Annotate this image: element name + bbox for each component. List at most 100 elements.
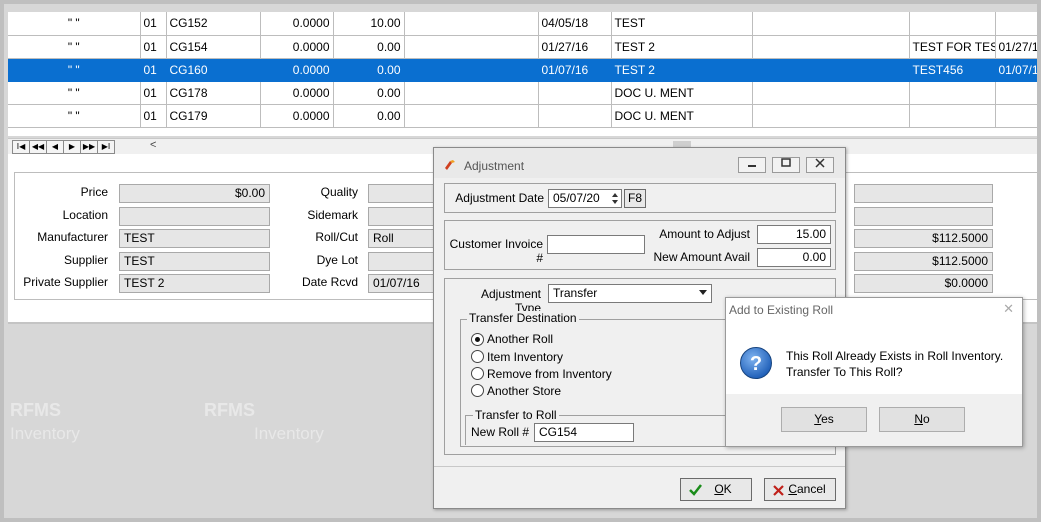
table-cell: 01/27/16 bbox=[538, 35, 612, 59]
table-cell: CG179 bbox=[166, 104, 261, 128]
table-cell: TEST 2 bbox=[611, 58, 753, 82]
table-cell: TEST bbox=[611, 12, 753, 36]
radio-item-inventory-label[interactable]: Item Inventory bbox=[487, 350, 563, 364]
close-icon bbox=[815, 158, 825, 168]
table-cell bbox=[538, 104, 612, 128]
table-cell bbox=[752, 12, 910, 36]
cancel-button[interactable]: Cancel bbox=[764, 478, 836, 501]
table-cell: 01 bbox=[140, 104, 167, 128]
transfer-to-roll-label: Transfer to Roll bbox=[473, 408, 559, 422]
table-cell: 0.00 bbox=[333, 104, 405, 128]
ok-label: OK bbox=[714, 482, 732, 496]
msgbox-message-line2: Transfer To This Roll? bbox=[786, 365, 903, 379]
table-cell bbox=[752, 81, 910, 105]
dyelot-field bbox=[368, 252, 443, 271]
radio-another-store[interactable] bbox=[471, 384, 484, 397]
table-cell: 01/07/16 bbox=[538, 58, 612, 82]
manufacturer-field: TEST bbox=[119, 229, 270, 248]
no-label: No bbox=[914, 412, 930, 426]
table-row[interactable]: " " 01 CG179 0.0000 0.00 DOC U. MENT bbox=[8, 104, 1037, 128]
transfer-destination-label: Transfer Destination bbox=[467, 311, 579, 325]
minimize-button[interactable] bbox=[738, 157, 766, 173]
new-roll-label: New Roll # bbox=[471, 425, 530, 439]
scroll-left-arrow-icon[interactable]: < bbox=[150, 139, 156, 151]
msgbox-message-line1: This Roll Already Exists in Roll Invento… bbox=[786, 349, 1004, 363]
table-cell: 10.00 bbox=[333, 12, 405, 36]
table-cell: 01 bbox=[140, 35, 167, 59]
private-supplier-label: Private Supplier bbox=[23, 275, 108, 289]
msgbox-close-icon[interactable]: ✕ bbox=[1003, 301, 1014, 317]
customer-invoice-input[interactable] bbox=[547, 235, 645, 254]
table-cell: " " bbox=[8, 104, 141, 128]
prev-page-icon[interactable]: ◀◀ bbox=[29, 140, 47, 154]
radio-another-roll[interactable] bbox=[471, 333, 484, 346]
radio-remove-from-inventory[interactable] bbox=[471, 367, 484, 380]
price-field: $0.00 bbox=[119, 184, 270, 203]
msgbox-titlebar[interactable]: Add to Existing Roll ✕ bbox=[726, 298, 1022, 322]
no-button[interactable]: No bbox=[879, 407, 965, 432]
next-page-icon[interactable]: ▶▶ bbox=[80, 140, 98, 154]
first-page-icon[interactable]: I◀ bbox=[12, 140, 30, 154]
date-received-label: Date Rcvd bbox=[301, 275, 358, 289]
sidemark-label: Sidemark bbox=[307, 208, 358, 222]
table-cell bbox=[995, 81, 1037, 105]
table-cell bbox=[404, 12, 539, 36]
last-page-icon[interactable]: ▶I bbox=[97, 140, 115, 154]
table-cell bbox=[995, 104, 1037, 128]
dialog-titlebar[interactable]: Adjustment bbox=[434, 148, 845, 178]
table-cell: 0.0000 bbox=[260, 81, 334, 105]
table-row[interactable]: " " 01 CG152 0.0000 10.00 04/05/18 TEST bbox=[8, 12, 1037, 36]
radio-another-roll-label[interactable]: Another Roll bbox=[487, 332, 553, 346]
add-to-existing-roll-dialog: Add to Existing Roll ✕ ? This Roll Alrea… bbox=[725, 297, 1023, 447]
dialog-title: Adjustment bbox=[464, 159, 525, 173]
next-record-icon[interactable]: ▶ bbox=[63, 140, 81, 154]
roll-table: " " 01 CG152 0.0000 10.00 04/05/18 TEST … bbox=[8, 12, 1037, 128]
table-cell bbox=[752, 35, 910, 59]
table-cell: 0.00 bbox=[333, 58, 405, 82]
app-icon bbox=[445, 160, 455, 170]
prev-record-icon[interactable]: ◀ bbox=[46, 140, 64, 154]
location-label: Location bbox=[62, 208, 108, 222]
new-amount-avail-input[interactable]: 0.00 bbox=[757, 248, 831, 267]
watermark-word: Inventory bbox=[10, 424, 80, 443]
table-cell bbox=[538, 81, 612, 105]
table-row-selected[interactable]: " " 01 CG160 0.0000 0.00 01/07/16 TEST 2… bbox=[8, 58, 1037, 82]
chevron-down-icon[interactable] bbox=[699, 290, 707, 296]
customer-invoice-label: Customer Invoice # bbox=[449, 237, 543, 265]
table-cell: TEST456 bbox=[909, 58, 996, 82]
maximize-icon bbox=[781, 158, 791, 167]
table-cell: CG178 bbox=[166, 81, 261, 105]
f8-button[interactable]: F8 bbox=[624, 189, 646, 208]
manufacturer-label: Manufacturer bbox=[37, 230, 108, 244]
checkmark-icon bbox=[689, 484, 702, 496]
yes-button[interactable]: Yes bbox=[781, 407, 867, 432]
supplier-field: TEST bbox=[119, 252, 270, 271]
table-row[interactable]: " " 01 CG154 0.0000 0.00 01/27/16 TEST 2… bbox=[8, 35, 1037, 59]
watermark-brand: RFMS bbox=[204, 400, 255, 420]
msgbox-title: Add to Existing Roll bbox=[729, 303, 834, 317]
nav-buttons: I◀ ◀◀ ◀ ▶ ▶▶ ▶I bbox=[12, 140, 115, 154]
radio-remove-from-inventory-label[interactable]: Remove from Inventory bbox=[487, 367, 612, 381]
table-cell: TEST FOR TEST bbox=[909, 35, 996, 59]
table-cell bbox=[404, 35, 539, 59]
roll-grid[interactable]: " " 01 CG152 0.0000 10.00 04/05/18 TEST … bbox=[8, 12, 1037, 136]
table-row[interactable]: " " 01 CG178 0.0000 0.00 DOC U. MENT bbox=[8, 81, 1037, 105]
radio-another-store-label[interactable]: Another Store bbox=[487, 384, 561, 398]
price-label: Price bbox=[80, 185, 108, 199]
yes-label: Yes bbox=[814, 412, 834, 426]
table-cell bbox=[909, 12, 996, 36]
adjustment-type-select[interactable]: Transfer bbox=[548, 284, 712, 303]
radio-item-inventory[interactable] bbox=[471, 350, 484, 363]
new-roll-input[interactable]: CG154 bbox=[534, 423, 634, 442]
maximize-button[interactable] bbox=[772, 157, 800, 173]
adjustment-date-value: 05/07/20 bbox=[553, 191, 600, 205]
close-button[interactable] bbox=[806, 157, 834, 173]
table-cell: 0.0000 bbox=[260, 58, 334, 82]
amount-to-adjust-input[interactable]: 15.00 bbox=[757, 225, 831, 244]
table-cell bbox=[404, 81, 539, 105]
ok-button[interactable]: OK bbox=[680, 478, 752, 501]
table-cell bbox=[752, 58, 910, 82]
adjustment-date-input[interactable]: 05/07/20 bbox=[548, 189, 622, 208]
date-spinner-icon[interactable] bbox=[611, 191, 619, 206]
location-field bbox=[119, 207, 270, 226]
